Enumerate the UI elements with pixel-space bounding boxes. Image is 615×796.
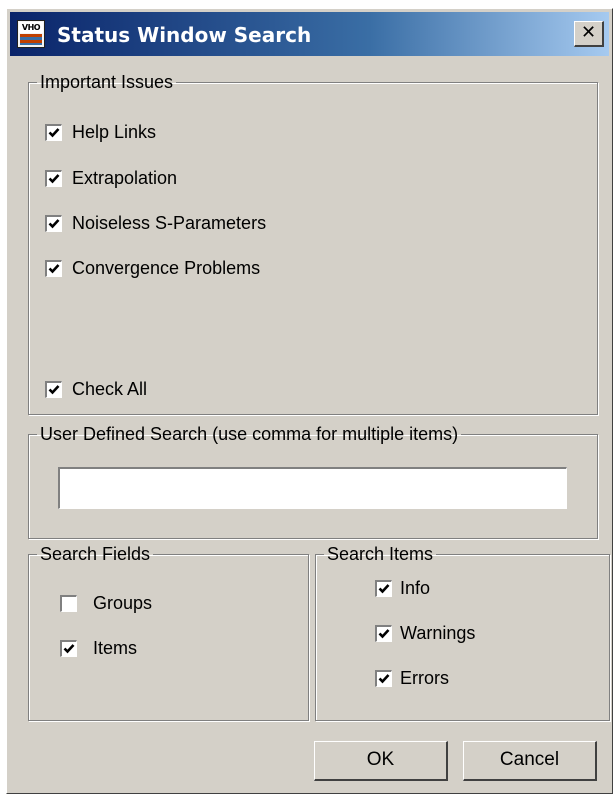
checkmark-icon [378,673,390,683]
checkmark-icon [48,384,60,394]
info-label: Info [400,577,431,598]
user-defined-search-input[interactable] [58,467,567,509]
checkmark-icon [48,127,60,137]
checkmark-icon [378,583,390,593]
convergence-problems-checkbox[interactable] [45,259,62,277]
ok-button[interactable]: OK [314,741,448,781]
warnings-label: Warnings [400,622,476,643]
app-icon-label: VHO [19,22,43,33]
items-label: Items [93,637,138,658]
checkmark-icon [48,263,60,273]
check-all-label: Check All [72,378,148,399]
checkbox-convergence-problems[interactable]: Convergence Problems [45,256,260,280]
check-all-checkbox[interactable] [45,380,62,398]
cancel-button[interactable]: Cancel [463,741,597,781]
checkmark-icon [48,173,60,183]
checkbox-warnings[interactable]: Warnings [375,621,475,645]
search-items-legend: Search Items [327,544,434,564]
search-fields-group: Search Fields [28,545,309,721]
close-button[interactable]: ✕ [574,21,604,47]
extrapolation-checkbox[interactable] [45,169,62,187]
checkmark-icon [63,643,75,653]
title-bar[interactable]: VHO Status Window Search ✕ [10,12,609,56]
checkmark-icon [48,218,60,228]
errors-checkbox[interactable] [375,669,392,687]
status-window-search-dialog: VHO Status Window Search ✕ Important Iss… [6,8,613,794]
checkbox-extrapolation[interactable]: Extrapolation [45,166,177,190]
close-icon: ✕ [580,22,597,43]
checkbox-noiseless-s-parameters[interactable]: Noiseless S-Parameters [45,211,266,235]
important-issues-legend: Important Issues [40,72,174,92]
user-defined-search-legend: User Defined Search (use comma for multi… [40,424,459,444]
checkbox-groups[interactable]: Groups [60,591,152,615]
app-icon: VHO [17,20,45,48]
errors-label: Errors [400,667,449,688]
checkbox-items[interactable]: Items [60,636,137,660]
checkbox-check-all[interactable]: Check All [45,377,147,401]
checkmark-icon [378,628,390,638]
help-links-checkbox[interactable] [45,123,62,141]
groups-checkbox[interactable] [60,594,77,612]
groups-label: Groups [93,592,153,613]
search-fields-legend: Search Fields [40,544,151,564]
help-links-label: Help Links [72,121,157,142]
noiseless-s-parameters-checkbox[interactable] [45,214,62,232]
window-title: Status Window Search [57,23,312,47]
noiseless-s-parameters-label: Noiseless S-Parameters [72,212,267,233]
checkbox-help-links[interactable]: Help Links [45,120,156,144]
warnings-checkbox[interactable] [375,624,392,642]
info-checkbox[interactable] [375,579,392,597]
items-checkbox[interactable] [60,639,77,657]
checkbox-errors[interactable]: Errors [375,666,449,690]
extrapolation-label: Extrapolation [72,167,178,188]
checkbox-info[interactable]: Info [375,576,430,600]
convergence-problems-label: Convergence Problems [72,257,261,278]
